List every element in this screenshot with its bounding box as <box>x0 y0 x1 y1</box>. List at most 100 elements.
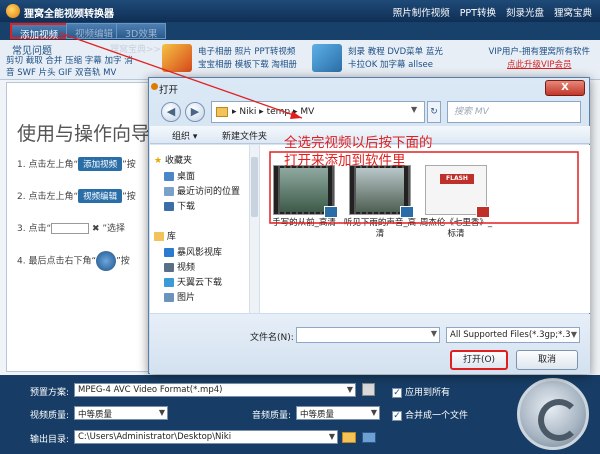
cancel-button[interactable]: 取消 <box>516 350 578 370</box>
dialog-app-icon <box>151 83 158 90</box>
flash-file-icon: FLASH <box>425 165 490 218</box>
tree-scrollbar[interactable] <box>249 145 259 313</box>
tree-item-recent[interactable]: 最近访问的位置 <box>164 184 240 197</box>
dialog-footer: 文件名(N): ▼ All Supported Files(*.3gp;*.3 ▼… <box>150 314 590 374</box>
libraries-header[interactable]: 库 <box>154 229 176 242</box>
video-badge-icon <box>400 206 414 218</box>
file-name: 周杰伦《七里香》_标清 <box>419 218 493 239</box>
guide-step-4: 4. 最后点击右下角“ ”按 <box>17 251 130 271</box>
chevron-down-icon: ▼ <box>346 385 353 394</box>
chevron-down-icon[interactable]: ▼ <box>431 329 437 338</box>
tree-item-cloud[interactable]: 天翼云下载 <box>164 275 222 288</box>
scrollbar-thumb[interactable] <box>251 157 258 217</box>
menu-guide[interactable]: 狸窝宝典 <box>554 5 592 19</box>
close-button[interactable]: X <box>545 80 585 96</box>
browse-folder-icon[interactable] <box>342 432 356 443</box>
menu-ppt[interactable]: PPT转换 <box>460 5 496 19</box>
organize-menu[interactable]: 组织 ▾ <box>172 129 197 142</box>
address-bar[interactable]: ▸ Niki ▸ temp ▸ MV <box>211 101 425 123</box>
main-toolbar: 添加视频 视频编辑 3D效果 <box>0 22 600 41</box>
video-edit-button[interactable]: 视频编辑 <box>66 23 123 40</box>
chevron-down-icon: ▼ <box>328 432 335 441</box>
guide-add-video-button[interactable]: 添加视频 <box>78 157 123 171</box>
audio-quality-select[interactable]: 中等质量 ▼ <box>296 406 380 420</box>
library-icon <box>154 232 164 241</box>
tree-item-videos[interactable]: 视频 <box>164 260 195 273</box>
vip-promo: VIP用户-拥有狸窝所有软件 点此升级VIP会员 <box>488 46 590 72</box>
favorites-header[interactable]: ★ 收藏夹 <box>154 153 192 166</box>
open-folder-icon[interactable] <box>362 432 376 443</box>
menu-burn[interactable]: 刻录光盘 <box>506 5 544 19</box>
search-input[interactable]: 搜索 MV <box>447 101 581 123</box>
new-folder-button[interactable]: 新建文件夹 <box>222 129 267 142</box>
file-item[interactable]: FLASH 周杰伦《七里香》_标清 <box>418 165 494 240</box>
checkbox-icon[interactable]: ✓ <box>392 410 402 421</box>
vip-text: VIP用户-拥有狸窝所有软件 <box>488 47 590 57</box>
apply-all-checkbox[interactable]: ✓ 应用到所有 <box>392 385 450 398</box>
tree-item-pictures[interactable]: 图片 <box>164 290 195 303</box>
guide-step-3: 3. 点击“ ✖ ”选择 <box>17 223 126 234</box>
picture-icon <box>164 293 174 302</box>
chevron-down-icon: ▼ <box>158 408 165 417</box>
top-menu: 照片制作视频 PPT转换 刻录光盘 狸窝宝典 <box>393 5 592 19</box>
guide-convert-icon[interactable] <box>96 251 117 271</box>
output-dir-field[interactable]: C:\Users\Administrator\Desktop\Niki ▼ <box>74 430 338 444</box>
album-ad-line-2[interactable]: 宝宝相册 模板下载 淘相册 <box>198 59 297 72</box>
filename-input[interactable]: ▼ <box>296 327 440 343</box>
app-title: 狸窝全能视频转换器 <box>24 9 114 20</box>
download-icon <box>164 202 174 211</box>
burn-ad-line-1[interactable]: 刻录 教程 DVD菜单 蓝光 <box>348 46 443 59</box>
open-file-dialog: 打开 X ◀ ▶ ▸ Niki ▸ temp ▸ MV ▼ ↻ 搜索 MV 组织… <box>148 77 590 374</box>
guide-preset-select[interactable] <box>51 223 90 234</box>
tree-item-downloads[interactable]: 下载 <box>164 199 195 212</box>
vip-upgrade-link[interactable]: 点此升级VIP会员 <box>488 59 590 72</box>
chevron-down-icon[interactable]: ▼ <box>411 105 417 114</box>
faq-links[interactable]: 剪切 截取 合并 压缩 字幕 加字 消音 SWF 片头 GIF 双音轨 MV <box>6 55 136 79</box>
guide-settings-icon[interactable]: ✖ <box>89 224 102 234</box>
convert-button[interactable] <box>517 378 589 450</box>
app-logo-icon <box>6 4 20 18</box>
video-quality-select[interactable]: 中等质量 ▼ <box>74 406 168 420</box>
preset-select[interactable]: MPEG-4 AVC Video Format(*.mp4) ▼ <box>74 383 356 397</box>
preset-label: 预置方案: <box>30 388 70 398</box>
file-item[interactable]: 听见下雨的声音_高清 <box>342 165 418 240</box>
dialog-body: ★ 收藏夹 桌面 最近访问的位置 下载 库 暴风影视库 视频 天翼云下载 图片 … <box>150 145 590 313</box>
album-ad-line-1[interactable]: 电子相册 照片 PPT转视频 <box>198 46 297 59</box>
annotation-text: 全选完视频以后按下面的 打开来添加到软件里 <box>284 135 433 169</box>
file-name: 手写的从前_高清 <box>272 218 336 228</box>
video-thumbnail-icon <box>349 165 414 218</box>
burn-ad-line-2[interactable]: 卡拉OK 加字幕 allsee <box>348 59 443 72</box>
video-library-icon <box>164 248 174 257</box>
tree-item-baofeng[interactable]: 暴风影视库 <box>164 245 222 258</box>
address-path[interactable]: ▸ Niki ▸ temp ▸ MV <box>232 107 314 117</box>
back-arrow-icon[interactable]: ◀ <box>161 102 181 122</box>
file-name: 听见下雨的声音_高清 <box>343 218 417 239</box>
ppt-ad-icon[interactable] <box>162 44 192 72</box>
burn-ad-icon[interactable] <box>312 44 342 72</box>
guide-video-edit-button[interactable]: 视频编辑 <box>78 189 123 203</box>
tree-item-desktop[interactable]: 桌面 <box>164 169 195 182</box>
cloud-icon <box>164 278 174 287</box>
refresh-icon[interactable]: ↻ <box>427 101 441 123</box>
forward-arrow-icon[interactable]: ▶ <box>185 102 205 122</box>
guide-link[interactable]: 狸窝宝典>> <box>110 42 161 55</box>
menu-photo-video[interactable]: 照片制作视频 <box>393 5 450 19</box>
desktop-icon <box>164 172 174 181</box>
3d-effect-button[interactable]: 3D效果 <box>116 23 167 40</box>
checkbox-icon[interactable]: ✓ <box>392 387 402 398</box>
add-video-button[interactable]: 添加视频 <box>10 23 69 41</box>
album-ad-links[interactable]: 电子相册 照片 PPT转视频 宝宝相册 模板下载 淘相册 <box>198 46 297 72</box>
title-bar: 狸窝全能视频转换器 照片制作视频 PPT转换 刻录光盘 狸窝宝典 <box>0 0 600 22</box>
file-list: 手写的从前_高清 听见下雨的声音_高清 FLASH 周杰伦《七里香》_标清 <box>262 145 588 313</box>
audio-quality-label: 音频质量: <box>252 411 292 421</box>
guide-title: 使用与操作向导 <box>17 123 151 145</box>
preset-settings-icon[interactable] <box>362 383 375 396</box>
settings-panel: 预置方案: MPEG-4 AVC Video Format(*.mp4) ▼ ✓ 应… <box>0 375 600 454</box>
file-item[interactable]: 手写的从前_高清 <box>266 165 342 229</box>
burn-ad-links[interactable]: 刻录 教程 DVD菜单 蓝光 卡拉OK 加字幕 allsee <box>348 46 443 72</box>
filetype-select[interactable]: All Supported Files(*.3gp;*.3 ▼ <box>446 327 580 343</box>
open-button[interactable]: 打开(O) <box>450 350 508 370</box>
merge-checkbox[interactable]: ✓ 合并成一个文件 <box>392 408 468 421</box>
output-dir-label: 输出目录: <box>30 435 70 445</box>
guide-step-2: 2. 点击左上角“ 视频编辑 ”按 <box>17 189 136 203</box>
